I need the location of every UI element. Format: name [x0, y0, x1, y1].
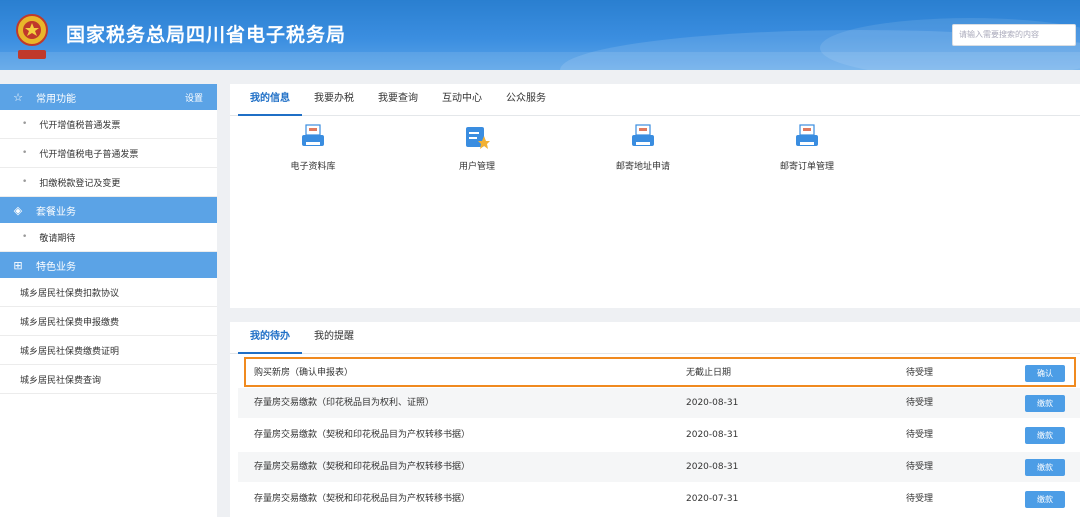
sidebar-item[interactable]: 城乡居民社保费扣款协议: [0, 278, 217, 307]
todo-deadline: 2020-08-31: [686, 430, 739, 440]
todo-row: 存量房交易缴款（契税和印花税品目为产权转移书据） 2020-08-31 待受理 …: [238, 452, 1080, 482]
bullet-icon: •: [22, 148, 28, 158]
todo-deadline: 2020-07-31: [686, 494, 739, 504]
sidebar-section-package[interactable]: ◈ 套餐业务: [0, 197, 217, 223]
pay-button[interactable]: 缴款: [1025, 395, 1065, 412]
pay-button[interactable]: 缴款: [1025, 427, 1065, 444]
settings-link[interactable]: 设置: [185, 91, 203, 104]
sidebar-item-label: 敬请期待: [39, 233, 76, 244]
info-panel: 我的信息 我要办税 我要查询 互动中心 公众服务 电子资料库 用户管理 邮寄地址…: [230, 84, 1080, 308]
todo-name: 存量房交易缴款（契税和印花税品目为产权转移书据）: [254, 430, 471, 440]
tab-my-info[interactable]: 我的信息: [238, 83, 302, 116]
site-title: 国家税务总局四川省电子税务局: [66, 24, 347, 46]
todo-status: 待受理: [906, 494, 934, 504]
bullet-icon: •: [22, 119, 28, 129]
todo-status: 待受理: [906, 462, 934, 472]
todo-name: 存量房交易缴款（契税和印花税品目为产权转移书据）: [254, 462, 471, 472]
sidebar-item[interactable]: 城乡居民社保费申报缴费: [0, 307, 217, 336]
grid-icon: ⊞: [13, 258, 23, 272]
search-input[interactable]: 请输入需要搜索的内容: [952, 24, 1076, 46]
tab-my-todo[interactable]: 我的待办: [238, 321, 302, 354]
bullet-icon: •: [22, 177, 28, 187]
sidebar-item[interactable]: • 代开增值税电子普通发票: [0, 139, 217, 168]
tile-e-archive[interactable]: 电子资料库: [258, 124, 368, 172]
tile-user-management[interactable]: 用户管理: [422, 124, 532, 172]
user-card-icon: [466, 127, 490, 149]
todo-panel: 我的待办 我的提醒 购买新房（确认申报表） 无截止日期 待受理 确认 存量房交易…: [230, 322, 1080, 517]
sidebar-item[interactable]: 城乡居民社保费缴费证明: [0, 336, 217, 365]
tab-query[interactable]: 我要查询: [366, 83, 430, 115]
sidebar: ☆ 常用功能 设置 • 代开增值税普通发票 • 代开增值税电子普通发票 • 扣缴税款登…: [0, 84, 217, 517]
tile-label: 邮寄订单管理: [779, 162, 834, 172]
todo-tabs: 我的待办 我的提醒: [230, 322, 1080, 354]
header-decoration: [0, 52, 1080, 70]
top-header: 国家税务总局四川省电子税务局 请输入需要搜索的内容: [0, 0, 1080, 70]
tile-mail-orders[interactable]: 邮寄订单管理: [752, 124, 862, 172]
tab-interaction[interactable]: 互动中心: [430, 83, 494, 115]
tab-my-reminders[interactable]: 我的提醒: [302, 321, 366, 353]
tax-emblem-icon: [16, 14, 48, 59]
sidebar-item-label: 城乡居民社保费缴费证明: [20, 346, 120, 357]
tile-label: 电子资料库: [290, 162, 336, 172]
pay-button[interactable]: 缴款: [1025, 459, 1065, 476]
tile-label: 用户管理: [458, 162, 495, 172]
main-tabs: 我的信息 我要办税 我要查询 互动中心 公众服务: [230, 84, 1080, 116]
todo-status: 待受理: [906, 398, 934, 408]
pay-button[interactable]: 缴款: [1025, 491, 1065, 508]
cube-icon: ◈: [13, 203, 23, 217]
printer-icon: [796, 124, 818, 146]
sidebar-item[interactable]: 城乡居民社保费查询: [0, 365, 217, 394]
sidebar-section-special[interactable]: ⊞ 特色业务: [0, 252, 217, 278]
todo-deadline: 2020-08-31: [686, 462, 739, 472]
sidebar-item-label: 城乡居民社保费扣款协议: [20, 288, 120, 299]
sidebar-item-label: 扣缴税款登记及变更: [39, 178, 121, 189]
tile-label: 邮寄地址申请: [615, 162, 670, 172]
todo-row: 存量房交易缴款（契税和印花税品目为产权转移书据） 2020-07-31 待受理 …: [238, 484, 1080, 514]
todo-name: 存量房交易缴款（印花税品目为权利、证照）: [254, 398, 435, 408]
sidebar-section-label: 套餐业务: [36, 206, 76, 218]
sidebar-item-label: 城乡居民社保费查询: [20, 375, 102, 386]
sidebar-item-label: 代开增值税电子普通发票: [39, 149, 139, 160]
tile-mail-address[interactable]: 邮寄地址申请: [588, 124, 698, 172]
todo-row: 存量房交易缴款（契税和印花税品目为产权转移书据） 2020-08-31 待受理 …: [238, 420, 1080, 450]
todo-row: 存量房交易缴款（印花税品目为权利、证照） 2020-08-31 待受理 缴款: [238, 388, 1080, 418]
sidebar-section-common[interactable]: ☆ 常用功能 设置: [0, 84, 217, 110]
sidebar-item[interactable]: • 敬请期待: [0, 223, 217, 252]
printer-icon: [632, 124, 654, 146]
tab-do-tax[interactable]: 我要办税: [302, 83, 366, 115]
bullet-icon: •: [22, 232, 28, 242]
todo-name: 存量房交易缴款（契税和印花税品目为产权转移书据）: [254, 494, 471, 504]
sidebar-section-label: 特色业务: [36, 261, 76, 273]
sidebar-item-label: 城乡居民社保费申报缴费: [20, 317, 120, 328]
sidebar-section-label: 常用功能: [36, 93, 76, 105]
printer-icon: [302, 124, 324, 146]
sidebar-item[interactable]: • 扣缴税款登记及变更: [0, 168, 217, 197]
highlight-box: [244, 357, 1076, 387]
todo-status: 待受理: [906, 430, 934, 440]
tab-public-service[interactable]: 公众服务: [494, 83, 558, 115]
todo-deadline: 2020-08-31: [686, 398, 739, 408]
star-icon: ☆: [13, 90, 23, 104]
sidebar-item[interactable]: • 代开增值税普通发票: [0, 110, 217, 139]
sidebar-item-label: 代开增值税普通发票: [39, 120, 121, 131]
